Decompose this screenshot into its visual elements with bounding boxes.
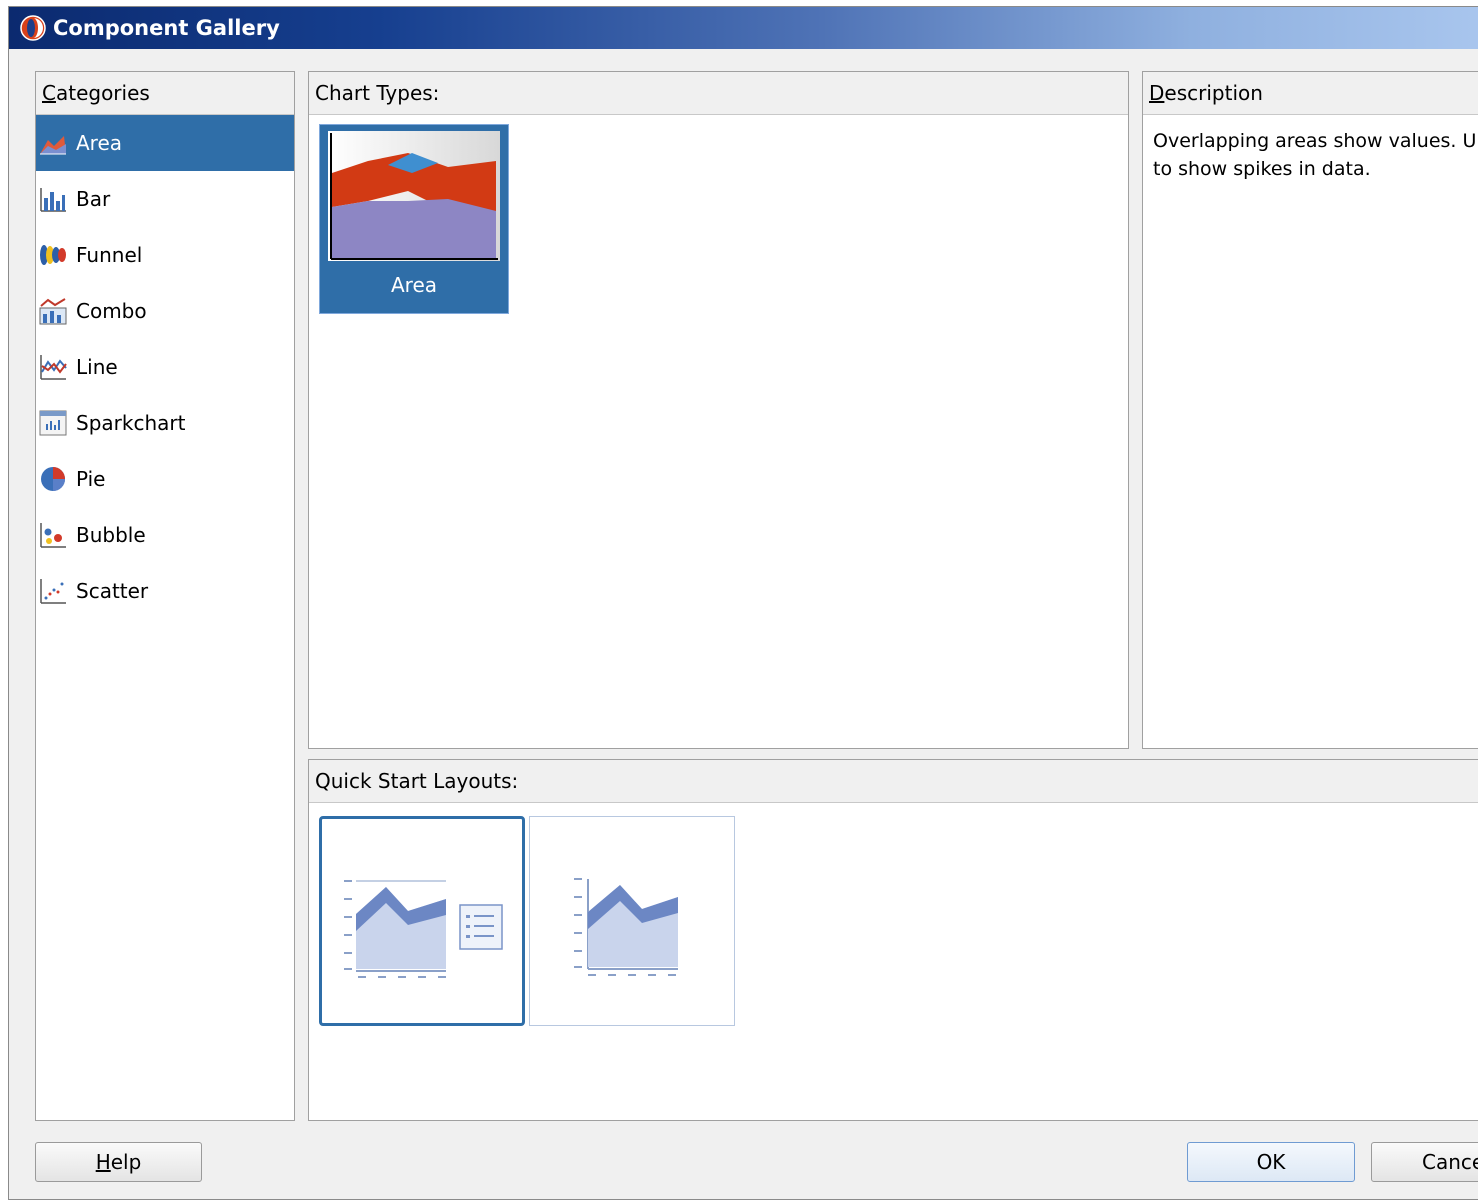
- category-list: Area Bar Funnel Combo Line Sparkchart Pi…: [36, 115, 294, 619]
- category-label: Area: [76, 131, 123, 155]
- chart-only-layout-icon: [574, 878, 678, 976]
- categories-header: Categories: [36, 72, 294, 115]
- category-item-area[interactable]: Area: [36, 115, 294, 171]
- description-line: Overlapping areas show values. U: [1153, 130, 1477, 152]
- category-item-line[interactable]: Line: [36, 339, 294, 395]
- description-header: Description: [1143, 72, 1478, 115]
- category-label: Funnel: [76, 243, 143, 267]
- layout-chart-with-legend[interactable]: [319, 816, 525, 1026]
- help-button[interactable]: Help: [35, 1142, 202, 1182]
- category-item-pie[interactable]: Pie: [36, 451, 294, 507]
- chart-types-panel: Chart Types: Area: [308, 71, 1129, 749]
- quick-start-header: Quick Start Layouts:: [309, 760, 1478, 803]
- category-label: Bubble: [76, 523, 146, 547]
- combo-chart-icon: [39, 298, 67, 325]
- category-label: Pie: [76, 467, 106, 491]
- description-line: to show spikes in data.: [1153, 158, 1371, 180]
- category-item-bar[interactable]: Bar: [36, 171, 294, 227]
- component-gallery-dialog: Component Gallery Categories Area Bar Fu…: [8, 6, 1478, 1200]
- scatter-chart-icon: [40, 579, 66, 604]
- chart-type-label: Area: [390, 273, 438, 297]
- description-text: Overlapping areas show values. U to show…: [1143, 115, 1478, 195]
- description-panel: Description Overlapping areas show value…: [1142, 71, 1478, 749]
- sparkchart-icon: [39, 410, 67, 436]
- bar-chart-icon: [40, 188, 66, 212]
- title-bar: Component Gallery: [9, 7, 1478, 49]
- area-chart-icon: [40, 136, 66, 155]
- category-item-funnel[interactable]: Funnel: [36, 227, 294, 283]
- cancel-button[interactable]: Cance: [1371, 1142, 1478, 1182]
- category-item-sparkchart[interactable]: Sparkchart: [36, 395, 294, 451]
- quick-start-panel: Quick Start Layouts:: [308, 759, 1478, 1121]
- category-item-combo[interactable]: Combo: [36, 283, 294, 339]
- category-label: Line: [76, 355, 118, 379]
- pie-chart-icon: [41, 467, 65, 491]
- categories-panel: Categories Area Bar Funnel Combo Line Sp…: [35, 71, 295, 1121]
- category-item-bubble[interactable]: Bubble: [36, 507, 294, 563]
- bubble-chart-icon: [40, 523, 66, 548]
- chart-type-area-tile[interactable]: Area: [319, 124, 509, 314]
- window-title: Component Gallery: [53, 16, 280, 40]
- chart-with-legend-layout-icon: [344, 880, 503, 978]
- category-label: Bar: [76, 187, 111, 211]
- category-label: Combo: [76, 299, 147, 323]
- ok-button[interactable]: OK: [1187, 1142, 1355, 1182]
- funnel-chart-icon: [40, 245, 66, 265]
- area-chart-preview-icon: [328, 131, 500, 261]
- category-item-scatter[interactable]: Scatter: [36, 563, 294, 619]
- app-logo-icon: [20, 15, 46, 41]
- line-chart-icon: [40, 355, 67, 380]
- chart-types-header: Chart Types:: [309, 72, 1128, 115]
- category-label: Scatter: [76, 579, 149, 603]
- layout-chart-only[interactable]: [529, 816, 735, 1026]
- category-label: Sparkchart: [76, 411, 186, 435]
